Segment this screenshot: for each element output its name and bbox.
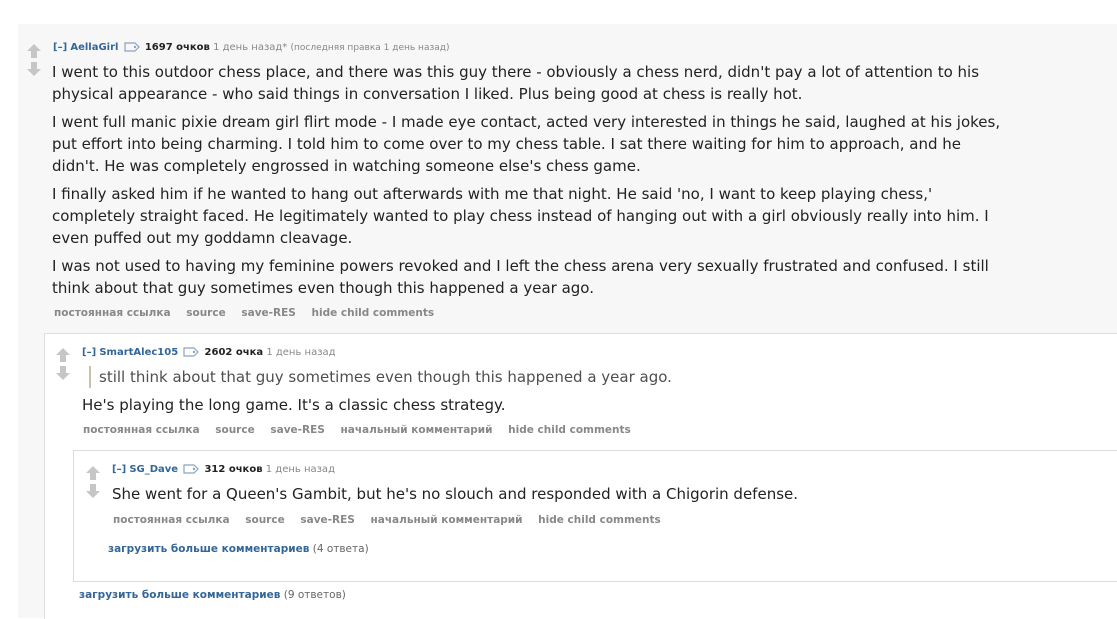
collapse-toggle[interactable]: [–] xyxy=(112,464,126,475)
comment-score: 1697 очков xyxy=(144,42,210,53)
collapse-toggle[interactable]: [–] xyxy=(53,42,67,53)
source-button[interactable]: source xyxy=(215,424,254,436)
downvote-arrow-icon[interactable] xyxy=(86,484,100,498)
upvote-arrow-icon[interactable] xyxy=(56,348,70,362)
comment-author[interactable]: SmartAlec105 xyxy=(99,347,178,358)
hide-child-comments-button[interactable]: hide child comments xyxy=(312,307,435,319)
comment-paragraph: He's playing the long game. It's a class… xyxy=(82,396,506,414)
comment-time: 1 день назад xyxy=(265,464,335,475)
hide-child-comments-button[interactable]: hide child comments xyxy=(508,424,631,436)
load-more-link[interactable]: загрузить больше комментариев xyxy=(79,589,280,601)
comment-buttons: постоянная ссылка source save-RES hide c… xyxy=(54,307,446,319)
load-more-comments: загрузить больше комментариев (4 ответа) xyxy=(108,543,369,555)
hide-child-comments-button[interactable]: hide child comments xyxy=(538,514,661,526)
load-more-comments: загрузить больше комментариев (9 ответов… xyxy=(79,589,346,601)
vote-arrows xyxy=(86,466,102,502)
save-res-button[interactable]: save-RES xyxy=(241,307,295,319)
parent-comment-button[interactable]: начальный комментарий xyxy=(371,514,523,526)
permalink-button[interactable]: постоянная ссылка xyxy=(54,307,171,319)
comment-buttons: постоянная ссылка source save-RES началь… xyxy=(83,424,643,436)
user-tag-icon[interactable] xyxy=(124,42,140,52)
parent-comment-button[interactable]: начальный комментарий xyxy=(341,424,493,436)
source-button[interactable]: source xyxy=(186,307,225,319)
user-tag-icon[interactable] xyxy=(183,347,200,357)
comment-score: 2602 очка xyxy=(204,347,264,358)
comment-body: She went for a Queen's Gambit, but he's … xyxy=(112,483,1012,511)
comment-author[interactable]: AellaGirl xyxy=(70,42,118,53)
comment-body: still think about that guy sometimes eve… xyxy=(89,366,789,394)
comment-paragraph: I was not used to having my feminine pow… xyxy=(52,257,989,297)
comment-buttons: постоянная ссылка source save-RES началь… xyxy=(113,514,673,526)
comment-tagline: [–] SG_Dave 312 очков 1 день назад xyxy=(112,464,335,475)
comment-author[interactable]: SG_Dave xyxy=(129,464,178,475)
comment-paragraph: I went full manic pixie dream girl flirt… xyxy=(52,113,1001,175)
comment-body: I went to this outdoor chess place, and … xyxy=(52,61,1012,305)
vote-arrows xyxy=(27,44,43,80)
downvote-arrow-icon[interactable] xyxy=(56,366,70,380)
permalink-button[interactable]: постоянная ссылка xyxy=(113,514,230,526)
previous-comment-area xyxy=(18,0,1117,25)
comment-paragraph: I went to this outdoor chess place, and … xyxy=(52,63,980,103)
comment-tagline: [–] SmartAlec105 2602 очка 1 день назад xyxy=(82,347,336,358)
downvote-arrow-icon[interactable] xyxy=(27,62,41,76)
upvote-arrow-icon[interactable] xyxy=(27,44,41,58)
load-more-link[interactable]: загрузить больше комментариев xyxy=(108,543,309,555)
comment-edited: (последняя правка 1 день назад) xyxy=(290,43,450,53)
load-more-count: (4 ответа) xyxy=(312,543,369,555)
permalink-button[interactable]: постоянная ссылка xyxy=(83,424,200,436)
save-res-button[interactable]: save-RES xyxy=(300,514,354,526)
load-more-count: (9 ответов) xyxy=(283,589,346,601)
source-button[interactable]: source xyxy=(245,514,284,526)
comment-quote: still think about that guy sometimes eve… xyxy=(89,366,789,388)
upvote-arrow-icon[interactable] xyxy=(86,466,100,480)
comment-time: 1 день назад* xyxy=(213,42,288,53)
comment-paragraph: I finally asked him if he wanted to hang… xyxy=(52,185,989,247)
user-tag-icon[interactable] xyxy=(183,464,200,474)
save-res-button[interactable]: save-RES xyxy=(270,424,324,436)
comment-tagline: [–] AellaGirl 1697 очков 1 день назад* (… xyxy=(53,42,450,53)
vote-arrows xyxy=(56,348,72,384)
comment-body: He's playing the long game. It's a class… xyxy=(82,394,782,422)
comment-score: 312 очков xyxy=(204,464,263,475)
comment-paragraph: She went for a Queen's Gambit, but he's … xyxy=(112,485,799,503)
comment-time: 1 день назад xyxy=(266,347,336,358)
collapse-toggle[interactable]: [–] xyxy=(82,347,96,358)
